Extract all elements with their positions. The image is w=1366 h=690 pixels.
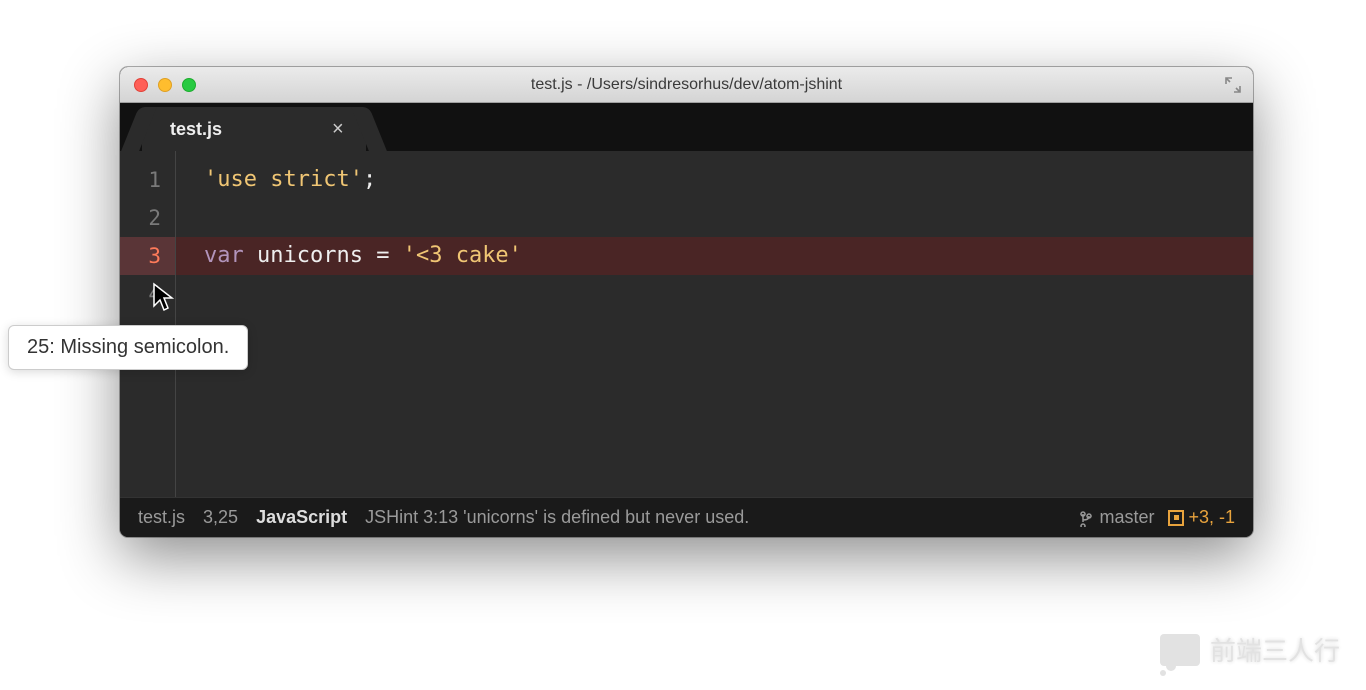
git-diff-icon bbox=[1168, 510, 1184, 526]
line-number[interactable]: 3 bbox=[120, 237, 175, 275]
tab-title: test.js bbox=[170, 119, 222, 140]
wechat-icon bbox=[1160, 634, 1200, 666]
editor-window: test.js - /Users/sindresorhus/dev/atom-j… bbox=[120, 67, 1253, 537]
tab-close-icon[interactable]: × bbox=[332, 118, 344, 141]
lint-tooltip: 25: Missing semicolon. bbox=[8, 325, 248, 370]
status-cursor-position[interactable]: 3,25 bbox=[203, 507, 238, 528]
lint-tooltip-text: 25: Missing semicolon. bbox=[27, 336, 229, 358]
git-diff-stats[interactable]: +3, -1 bbox=[1168, 507, 1235, 528]
window-close-button[interactable] bbox=[134, 78, 148, 92]
line-number[interactable]: 1 bbox=[120, 161, 175, 199]
tab-testjs[interactable]: test.js × bbox=[142, 107, 366, 151]
tab-bar: test.js × bbox=[120, 103, 1253, 151]
gutter: 1234 bbox=[120, 151, 175, 497]
code-line[interactable] bbox=[204, 199, 1253, 237]
watermark: 前端三人行 bbox=[1160, 631, 1340, 668]
line-number[interactable]: 4 bbox=[120, 275, 175, 313]
code-editor[interactable]: 1234 'use strict'; var unicorns = '<3 cak… bbox=[120, 151, 1253, 497]
window-minimize-button[interactable] bbox=[158, 78, 172, 92]
status-lint-message[interactable]: JSHint 3:13 'unicorns' is defined but ne… bbox=[365, 507, 749, 528]
code-area[interactable]: 'use strict'; var unicorns = '<3 cake' bbox=[175, 151, 1253, 497]
git-branch[interactable]: master bbox=[1079, 507, 1154, 528]
code-line[interactable]: 'use strict'; bbox=[204, 161, 1253, 199]
status-bar: test.js 3,25 JavaScript JSHint 3:13 'uni… bbox=[120, 497, 1253, 537]
git-branch-name: master bbox=[1099, 507, 1154, 528]
line-number[interactable]: 2 bbox=[120, 199, 175, 237]
titlebar[interactable]: test.js - /Users/sindresorhus/dev/atom-j… bbox=[120, 67, 1253, 103]
code-line[interactable] bbox=[204, 275, 1253, 313]
traffic-lights bbox=[120, 78, 196, 92]
fullscreen-icon[interactable] bbox=[1225, 77, 1241, 98]
git-diff-text: +3, -1 bbox=[1188, 507, 1235, 528]
window-maximize-button[interactable] bbox=[182, 78, 196, 92]
window-title: test.js - /Users/sindresorhus/dev/atom-j… bbox=[120, 76, 1253, 94]
watermark-text: 前端三人行 bbox=[1210, 631, 1340, 668]
git-branch-icon bbox=[1079, 509, 1093, 527]
status-language[interactable]: JavaScript bbox=[256, 507, 347, 528]
code-line[interactable]: var unicorns = '<3 cake' bbox=[176, 237, 1253, 275]
status-filename[interactable]: test.js bbox=[138, 507, 185, 528]
